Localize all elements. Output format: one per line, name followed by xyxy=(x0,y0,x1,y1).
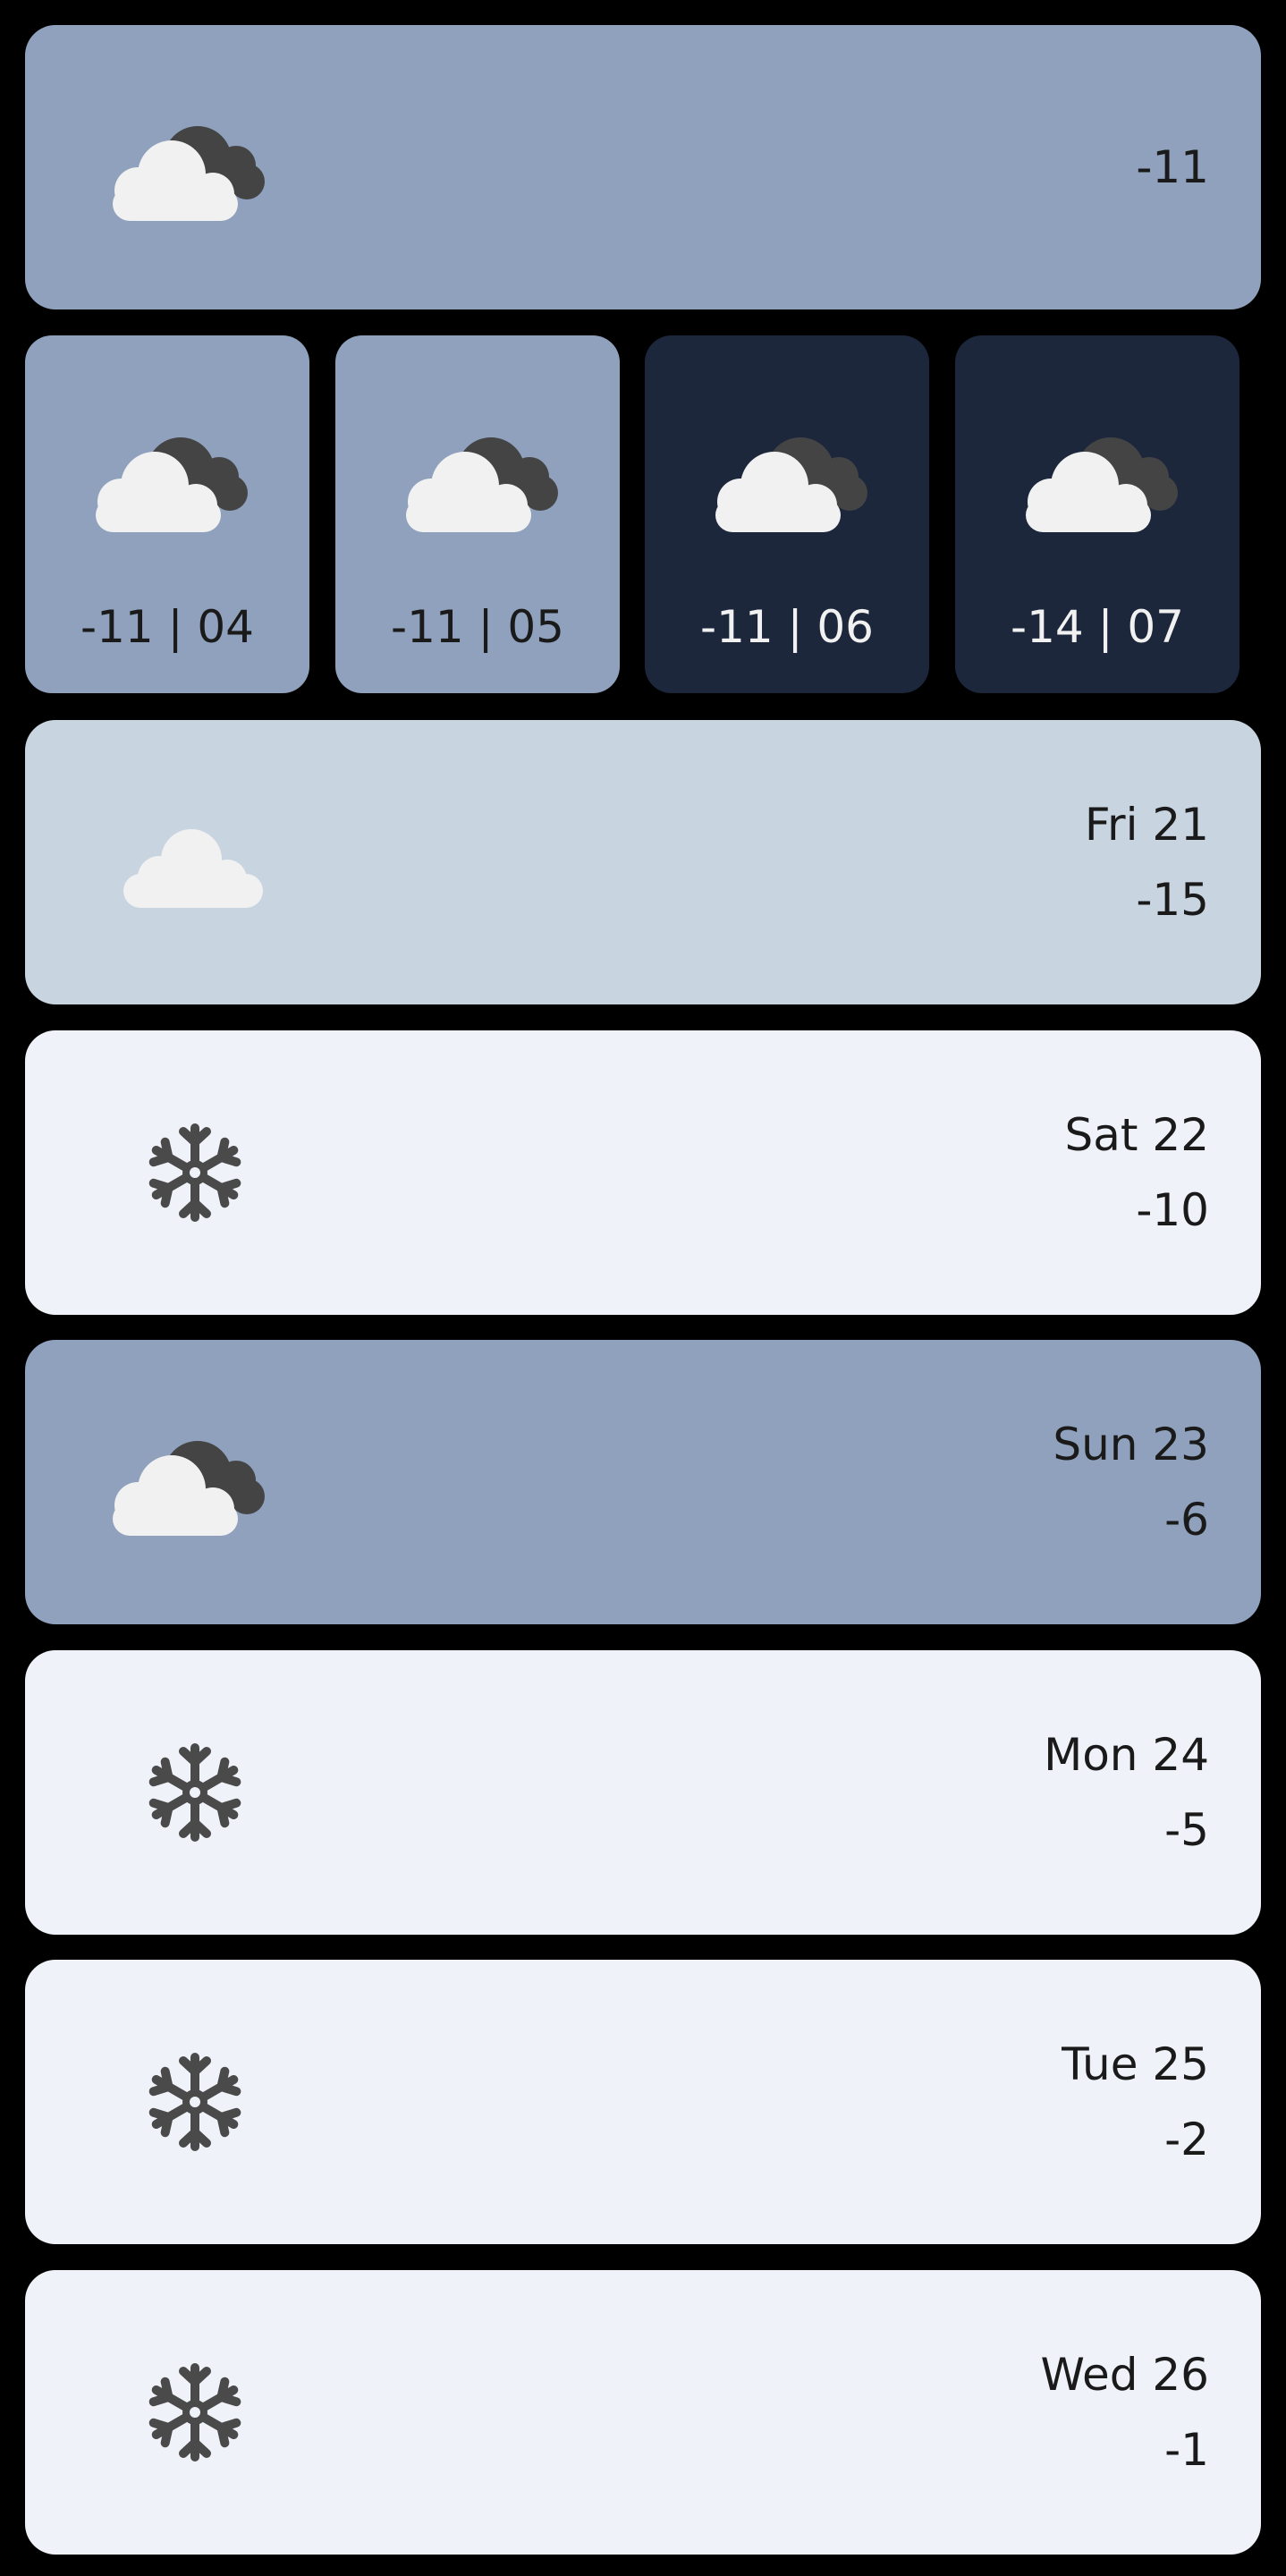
hourly-label: -14 | 07 xyxy=(1011,601,1184,653)
day-label: Fri 21 xyxy=(1084,799,1209,851)
day-label: Sat 22 xyxy=(1064,1109,1210,1161)
snowflake-icon xyxy=(145,1123,245,1223)
snowflake-icon xyxy=(145,2052,245,2152)
partly-cloudy-icon xyxy=(86,1428,283,1536)
current-weather-card[interactable]: -11 xyxy=(25,25,1261,309)
day-temperature: -10 xyxy=(1136,1184,1209,1236)
daily-card-tue[interactable]: Tue 25 -2 xyxy=(25,1960,1261,2244)
daily-card-sat[interactable]: Sat 22 -10 xyxy=(25,1030,1261,1315)
daily-card-fri[interactable]: Fri 21 -15 xyxy=(25,720,1261,1004)
day-temperature: -6 xyxy=(1164,1494,1209,1546)
hourly-card[interactable]: -11 | 06 xyxy=(645,335,929,693)
partly-cloudy-icon xyxy=(689,425,885,532)
snowflake-icon xyxy=(145,2362,245,2462)
cloud-icon xyxy=(122,820,265,910)
day-temperature: -15 xyxy=(1136,874,1209,926)
hourly-label: -11 | 04 xyxy=(80,601,254,653)
day-label: Sun 23 xyxy=(1053,1419,1209,1470)
hourly-card[interactable]: -14 | 07 xyxy=(955,335,1239,693)
partly-cloudy-icon xyxy=(379,425,576,532)
day-temperature: -1 xyxy=(1164,2424,1209,2476)
hourly-label: -11 | 06 xyxy=(700,601,874,653)
daily-card-mon[interactable]: Mon 24 -5 xyxy=(25,1650,1261,1935)
day-label: Wed 26 xyxy=(1040,2349,1209,2401)
snowflake-icon xyxy=(145,1742,245,1843)
day-label: Mon 24 xyxy=(1044,1729,1209,1781)
day-temperature: -5 xyxy=(1164,1804,1209,1856)
daily-card-sun[interactable]: Sun 23 -6 xyxy=(25,1340,1261,1624)
hourly-card[interactable]: -11 | 05 xyxy=(335,335,620,693)
hourly-card[interactable]: -11 | 04 xyxy=(25,335,309,693)
hourly-label: -11 | 05 xyxy=(391,601,564,653)
partly-cloudy-icon xyxy=(69,425,266,532)
partly-cloudy-icon xyxy=(86,114,283,221)
partly-cloudy-icon xyxy=(999,425,1196,532)
day-label: Tue 25 xyxy=(1062,2038,1209,2090)
day-temperature: -2 xyxy=(1164,2114,1209,2165)
daily-card-wed[interactable]: Wed 26 -1 xyxy=(25,2270,1261,2555)
current-temperature: -11 xyxy=(1136,141,1209,193)
